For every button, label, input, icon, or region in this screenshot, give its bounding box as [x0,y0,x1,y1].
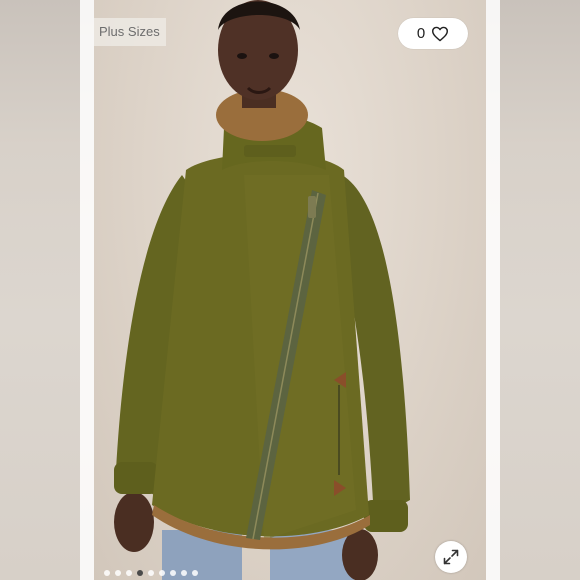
left-cuff [114,462,158,494]
carousel-dot[interactable] [115,570,121,576]
right-eye [269,53,279,59]
left-hand [114,492,154,552]
expand-arrows-icon [443,549,459,565]
right-cuff [364,500,408,532]
product-photo [94,0,486,580]
carousel-dot[interactable] [148,570,154,576]
zipper-pull [308,196,316,218]
plus-sizes-badge: Plus Sizes [94,18,166,46]
heart-outline-icon [431,26,449,42]
carousel-dot[interactable] [159,570,165,576]
carousel-dots [104,570,198,576]
carousel-dot[interactable] [126,570,132,576]
left-edge [80,0,94,580]
right-hand [342,529,378,580]
carousel-dot[interactable] [181,570,187,576]
like-button[interactable]: 0 [398,18,468,49]
left-blurred-backdrop [0,0,94,580]
right-edge [486,0,500,580]
carousel-dot[interactable] [104,570,110,576]
carousel-dot[interactable] [170,570,176,576]
like-count: 0 [416,25,426,42]
expand-photo-button[interactable] [435,541,467,573]
jacket-model-illustration [114,0,410,580]
carousel-dot[interactable] [137,570,143,576]
carousel-dot[interactable] [192,570,198,576]
collar-strap [244,145,296,157]
left-eye [237,53,247,59]
right-blurred-backdrop [486,0,580,580]
